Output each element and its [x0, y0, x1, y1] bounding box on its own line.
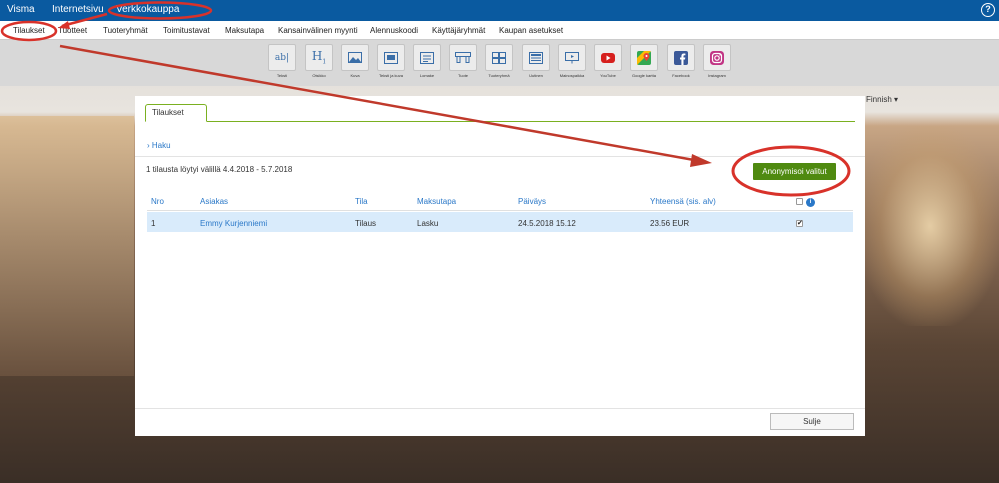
tool-google-maps[interactable]: Google kartta — [630, 44, 658, 82]
dialog-tab-bar: Tilaukset — [145, 104, 855, 122]
order-number: 1 — [151, 219, 156, 228]
instagram-icon — [710, 50, 724, 65]
brand-logo[interactable]: Visma — [7, 4, 35, 15]
order-status: Tilaus — [355, 219, 377, 228]
tool-facebook[interactable]: Facebook — [667, 44, 695, 82]
nav-web-store[interactable]: Verkkokauppa — [116, 4, 179, 15]
subnav-item-user-groups[interactable]: Käyttäjäryhmät — [432, 26, 485, 35]
tool-youtube[interactable]: YouTube — [594, 44, 622, 82]
subnav-item-products[interactable]: Tuotteet — [58, 26, 87, 35]
tool-text[interactable]: ab| Teksti — [268, 44, 296, 82]
info-icon[interactable]: i — [806, 198, 815, 207]
subnav-item-delivery-methods[interactable]: Toimitustavat — [163, 26, 210, 35]
form-icon — [420, 51, 434, 64]
tool-product[interactable]: Tuote — [449, 44, 477, 82]
row-select-checkbox[interactable] — [796, 219, 803, 227]
product-icon — [455, 52, 471, 63]
order-total: 23.56 EUR — [650, 219, 690, 228]
close-button[interactable]: Sulje — [770, 413, 854, 430]
text-image-icon — [384, 51, 398, 64]
subnav-item-payment-method[interactable]: Maksutapa — [225, 26, 264, 35]
subnav-item-store-settings[interactable]: Kaupan asetukset — [499, 26, 563, 35]
select-all-checkbox[interactable] — [796, 198, 803, 205]
tool-form[interactable]: Lomake — [413, 44, 441, 82]
subnav-item-orders[interactable]: Tilaukset — [13, 26, 45, 35]
content-toolbar: ab| Teksti H1 Otsikko Kuva Teksti ja kuv… — [0, 40, 999, 86]
search-toggle-label: Haku — [151, 141, 171, 150]
image-icon — [348, 52, 362, 63]
tool-news[interactable]: Uutinen — [522, 44, 550, 82]
customer-link[interactable]: Emmy Kurjenniemi — [200, 219, 267, 228]
tool-instagram[interactable]: Instagram — [703, 44, 731, 82]
column-header-status[interactable]: Tila — [355, 197, 368, 206]
column-header-customer[interactable]: Asiakas — [200, 197, 228, 206]
column-header-date[interactable]: Päiväys — [518, 197, 546, 206]
youtube-icon — [601, 52, 615, 63]
facebook-icon — [674, 50, 688, 65]
heading-icon: H1 — [311, 49, 327, 66]
tool-product-group[interactable]: Tuoteryhmä — [485, 44, 513, 82]
help-icon[interactable]: ? — [981, 3, 995, 17]
subnav-item-product-groups[interactable]: Tuoteryhmät — [103, 26, 148, 35]
subnav-item-discount-code[interactable]: Alennuskoodi — [370, 26, 418, 35]
tool-heading[interactable]: H1 Otsikko — [305, 44, 333, 82]
ad-icon — [565, 51, 579, 63]
news-icon — [529, 51, 543, 64]
text-icon: ab| — [274, 52, 290, 63]
language-selector[interactable]: Finnish ▾ — [866, 95, 898, 104]
tool-text-image[interactable]: Teksti ja kuva — [377, 44, 405, 82]
orders-dialog: Tilaukset › Haku 1 tilausta löytyi välil… — [135, 96, 865, 436]
tab-orders[interactable]: Tilaukset — [145, 104, 207, 122]
order-date: 24.5.2018 15.12 — [518, 219, 576, 228]
nav-internet-site[interactable]: Internetsivu — [52, 4, 104, 15]
product-group-icon — [492, 51, 506, 64]
order-payment: Lasku — [417, 219, 439, 228]
anonymize-selected-button[interactable]: Anonymisoi valitut — [753, 163, 836, 180]
column-header-payment[interactable]: Maksutapa — [417, 197, 456, 206]
column-header-number[interactable]: Nro — [151, 197, 164, 206]
store-subnav: Tilaukset Tuotteet Tuoteryhmät Toimitust… — [0, 21, 999, 40]
google-maps-icon — [637, 50, 651, 65]
tool-image[interactable]: Kuva — [341, 44, 369, 82]
subnav-item-international-sales[interactable]: Kansainvälinen myynti — [278, 26, 358, 35]
results-summary: 1 tilausta löytyi välillä 4.4.2018 - 5.7… — [146, 165, 293, 174]
tool-ad[interactable]: Mainospaikka — [558, 44, 586, 82]
top-bar: Visma Internetsivu Verkkokauppa ? — [0, 0, 999, 21]
column-header-total[interactable]: Yhteensä (sis. alv) — [650, 197, 716, 206]
search-toggle[interactable]: › Haku — [147, 141, 171, 150]
